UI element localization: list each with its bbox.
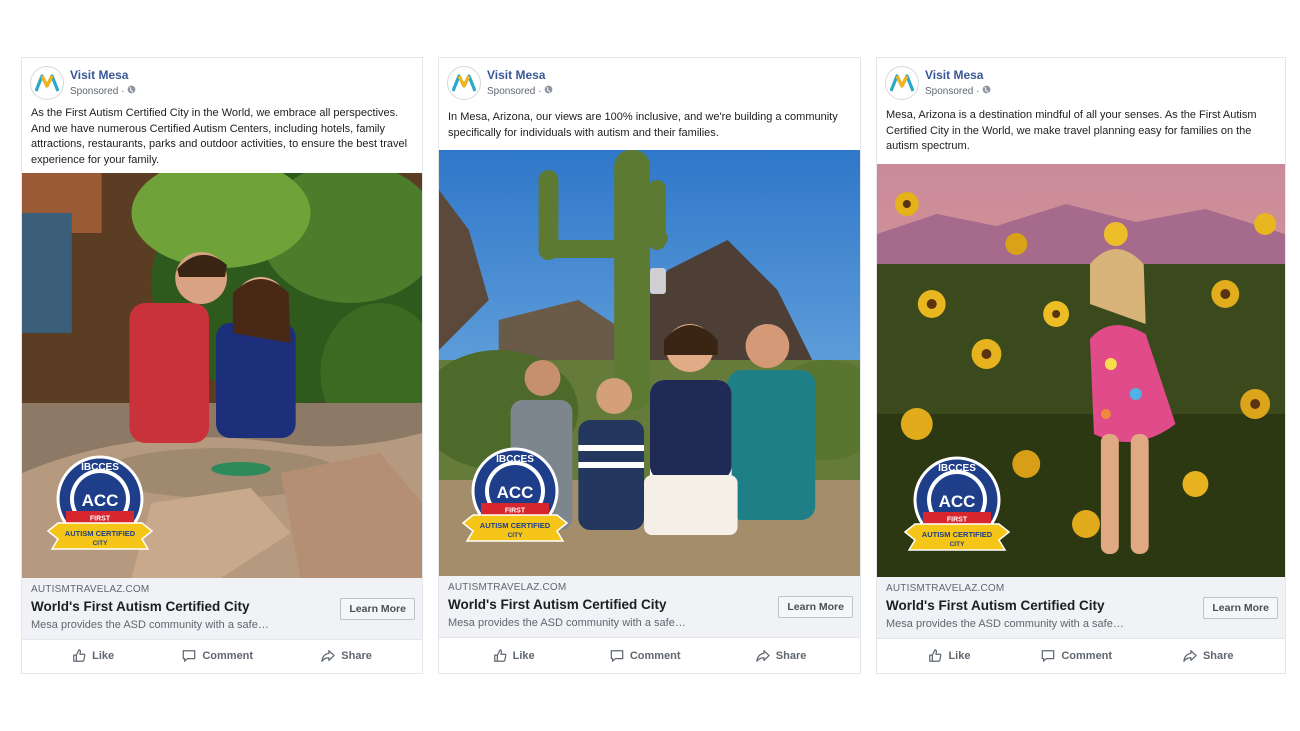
share-label: Share [341,650,372,662]
ad-card-1: Visit Mesa Sponsored · As the First Auti… [21,57,423,674]
acc-certification-badge: IBCCES ACC FIRST AUTISM CERTIFIED CITY [46,455,154,550]
sponsored-label: Sponsored · [925,86,980,97]
comment-label: Comment [629,650,681,662]
badge-top-text: IBCCES [938,463,976,474]
post-text: In Mesa, Arizona, our views are 100% inc… [448,111,838,139]
link-domain: AUTISMTRAVELAZ.COM [886,583,1005,594]
badge-center-text: ACC [497,483,534,502]
like-button[interactable]: Like [72,649,114,663]
badge-center-text: ACC [82,491,119,510]
sponsored-label: Sponsored · [70,86,125,97]
post-actions: Like Comment Share [877,639,1285,673]
share-arrow-icon [1183,650,1197,662]
post-text: Mesa, Arizona is a destination mindful o… [886,109,1257,152]
post-header: Visit Mesa Sponsored · [447,63,553,103]
link-description: Mesa provides the ASD community with a s… [31,619,269,631]
comment-label: Comment [202,650,254,662]
visit-mesa-logo[interactable] [30,66,64,100]
thumbs-up-icon [929,649,942,662]
ad-image[interactable]: IBCCES ACC FIRST AUTISM CERTIFIED CITY [22,173,422,578]
badge-ribbon-text: FIRST [505,508,526,515]
link-description: Mesa provides the ASD community with a s… [886,618,1124,630]
badge-banner-text: AUTISM CERTIFIED [480,521,551,530]
link-title[interactable]: World's First Autism Certified City [448,597,667,612]
post-header: Visit Mesa Sponsored · [30,63,136,103]
like-label: Like [92,650,115,662]
ad-image[interactable]: IBCCES ACC FIRST AUTISM CERTIFIED CITY [439,150,860,576]
comment-icon [610,650,624,662]
badge-banner-text: AUTISM CERTIFIED [65,529,136,538]
sponsored-label: Sponsored · [487,86,542,97]
acc-certification-badge: IBCCES ACC FIRST AUTISM CERTIFIED CITY [903,456,1011,551]
badge-ribbon-text: FIRST [947,517,968,524]
badge-bottom-text: CITY [950,541,965,548]
visit-mesa-logo[interactable] [447,66,481,100]
link-title[interactable]: World's First Autism Certified City [31,599,250,614]
learn-more-button[interactable]: Learn More [1203,597,1278,619]
like-button[interactable]: Like [928,649,970,663]
page-name-link[interactable]: Visit Mesa [487,68,553,83]
like-label: Like [512,650,535,662]
share-label: Share [1202,650,1234,662]
link-preview[interactable]: AUTISMTRAVELAZ.COM World's First Autism … [439,576,860,638]
link-preview[interactable]: AUTISMTRAVELAZ.COM World's First Autism … [877,577,1285,639]
link-description: Mesa provides the ASD community with a s… [448,617,686,629]
post-text: As the First Autism Certified City in th… [31,107,408,166]
comment-button[interactable]: Comment [1041,649,1112,663]
globe-icon [127,85,136,98]
acc-certification-badge: IBCCES ACC FIRST AUTISM CERTIFIED CITY [461,447,569,542]
share-arrow-icon [321,650,336,662]
thumbs-up-icon [73,649,86,662]
badge-bottom-text: CITY [93,540,108,547]
page-name-link[interactable]: Visit Mesa [70,68,136,83]
ad-card-2: Visit Mesa Sponsored · In Mesa, Arizona,… [438,57,861,674]
badge-top-text: IBCCES [496,454,534,465]
comment-button[interactable]: Comment [610,649,681,663]
badge-banner-text: AUTISM CERTIFIED [922,530,993,539]
share-button[interactable]: Share [321,649,372,663]
link-preview[interactable]: AUTISMTRAVELAZ.COM World's First Autism … [22,578,422,640]
badge-center-text: ACC [939,492,976,511]
badge-top-text: IBCCES [81,462,119,473]
link-title[interactable]: World's First Autism Certified City [886,598,1105,613]
link-domain: AUTISMTRAVELAZ.COM [448,582,567,593]
comment-icon [1042,650,1055,662]
share-arrow-icon [756,650,770,662]
comment-icon [183,650,196,662]
post-actions: Like Comment Share [439,639,860,673]
share-label: Share [775,650,807,662]
post-header: Visit Mesa Sponsored · [885,63,991,103]
learn-more-button[interactable]: Learn More [778,596,853,618]
comment-button[interactable]: Comment [182,649,253,663]
like-button[interactable]: Like [493,649,535,663]
share-button[interactable]: Share [1183,649,1234,663]
badge-bottom-text: CITY [508,532,523,539]
globe-icon [544,85,553,98]
badge-ribbon-text: FIRST [90,516,111,523]
ad-card-3: Visit Mesa Sponsored · Mesa, Arizona is … [876,57,1286,674]
globe-icon [982,85,991,98]
learn-more-button[interactable]: Learn More [340,598,415,620]
visit-mesa-logo[interactable] [885,66,919,100]
link-domain: AUTISMTRAVELAZ.COM [31,584,150,595]
post-actions: Like Comment Share [22,639,422,673]
comment-label: Comment [1061,650,1113,662]
like-label: Like [948,650,971,662]
page-name-link[interactable]: Visit Mesa [925,68,991,83]
thumbs-up-icon [493,649,507,662]
share-button[interactable]: Share [756,649,807,663]
ad-image[interactable]: IBCCES ACC FIRST AUTISM CERTIFIED CITY [877,164,1285,577]
